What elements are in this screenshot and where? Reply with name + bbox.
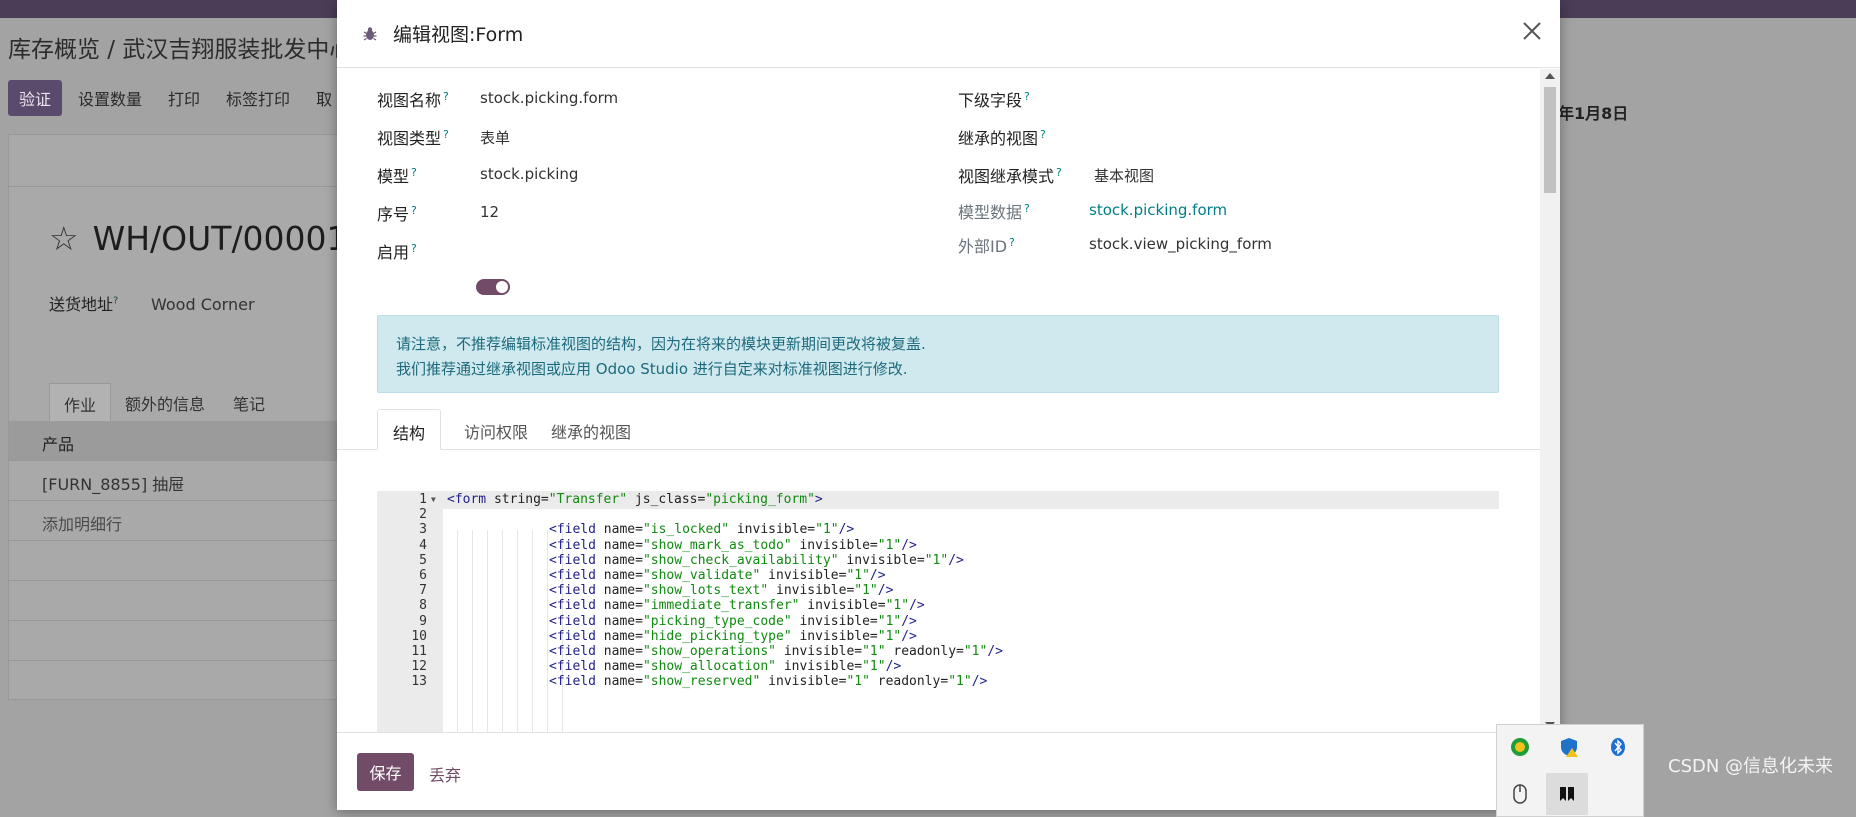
defender-warning-icon[interactable]: [1557, 735, 1581, 759]
set-quantity-button[interactable]: 设置数量: [68, 80, 152, 116]
scroll-thumb[interactable]: [1544, 87, 1556, 193]
notebook-tabs: 作业 额外的信息 笔记: [49, 383, 279, 424]
tab-notes[interactable]: 笔记: [219, 383, 279, 424]
edit-view-dialog: 编辑视图:Form 视图名称? stock.picking.form 视图类型?…: [337, 0, 1560, 810]
inheritance-mode-label: 视图继承模式?: [958, 165, 1062, 186]
bluetooth-icon[interactable]: [1606, 735, 1630, 759]
external-id-value: stock.view_picking_form: [1089, 235, 1272, 253]
inherited-view-label: 继承的视图?: [958, 127, 1046, 148]
sequence-field[interactable]: 12: [480, 203, 499, 221]
alert-line: 我们推荐通过继承视图或应用 Odoo Studio 进行自定来对标准视图进行修改…: [396, 360, 908, 378]
sequence-label: 序号?: [377, 203, 417, 224]
model-field[interactable]: stock.picking: [480, 165, 578, 183]
label-print-button[interactable]: 标签打印: [216, 80, 300, 116]
model-label: 模型?: [377, 165, 417, 186]
delivery-address-value[interactable]: Wood Corner: [151, 295, 255, 314]
sync-icon[interactable]: [1508, 735, 1532, 759]
active-toggle[interactable]: [476, 279, 510, 295]
inheritance-mode-field[interactable]: 基本视图: [1094, 165, 1154, 186]
close-icon: [1523, 22, 1541, 40]
code-line: 13 <field name="show_reserved" invisible=…: [377, 673, 1499, 691]
dialog-scrollbar[interactable]: [1540, 69, 1560, 732]
child-field-label: 下级字段?: [958, 89, 1030, 110]
tab-extra-info[interactable]: 额外的信息: [111, 383, 219, 424]
dialog-header: 编辑视图:Form: [337, 0, 1560, 68]
breadcrumb: 库存概览 / 武汉吉翔服装批发中心: [8, 37, 353, 63]
tab-inherited-views[interactable]: 继承的视图: [536, 409, 646, 450]
line-number: 13: [411, 674, 427, 690]
code-text: <field name="show_reserved" invisible="1…: [549, 674, 988, 690]
dialog-title: 编辑视图:Form: [393, 24, 524, 46]
dialog-body: 视图名称? stock.picking.form 视图类型? 表单 模型? st…: [337, 69, 1540, 732]
mouse-icon[interactable]: [1508, 782, 1532, 806]
star-icon[interactable]: ☆: [49, 219, 79, 258]
warning-alert: 请注意，不推荐编辑标准视图的结构，因为在将来的模块更新期间更改将被复盖. 我们推…: [377, 315, 1499, 393]
close-button[interactable]: [1522, 18, 1542, 46]
scroll-up-icon[interactable]: [1545, 73, 1555, 79]
save-button[interactable]: 保存: [357, 753, 414, 791]
view-name-field[interactable]: stock.picking.form: [480, 89, 618, 107]
tab-operations[interactable]: 作业: [49, 383, 112, 424]
active-label: 启用?: [377, 241, 417, 262]
action-bar: 验证 设置数量 打印 标签打印 取: [8, 80, 342, 116]
watermark: CSDN @信息化未来: [1668, 756, 1834, 777]
discard-button[interactable]: 丢弃: [429, 762, 461, 786]
app-icon[interactable]: [1546, 773, 1588, 815]
notebook-tabs: 结构 访问权限 继承的视图: [337, 409, 1540, 450]
delivery-address-label: 送货地址?: [49, 295, 119, 314]
model-data-label: 模型数据?: [958, 201, 1030, 222]
view-name-label: 视图名称?: [377, 89, 449, 110]
bug-icon: [363, 26, 377, 41]
alert-line: 请注意，不推荐编辑标准视图的结构，因为在将来的模块更新期间更改将被复盖.: [396, 335, 926, 353]
view-type-label: 视图类型?: [377, 127, 449, 148]
validate-button[interactable]: 验证: [8, 80, 63, 116]
tab-access-rights[interactable]: 访问权限: [449, 409, 543, 450]
system-tray-overflow: [1496, 724, 1644, 817]
model-data-link[interactable]: stock.picking.form: [1089, 201, 1227, 219]
print-button[interactable]: 打印: [158, 80, 210, 116]
view-type-field[interactable]: 表单: [480, 127, 510, 148]
dialog-footer: 保存 丢弃: [337, 732, 1560, 810]
arch-code-editor[interactable]: 1 ▼ <form string="Transfer" js_class="pick…: [377, 491, 1499, 732]
record-title: ☆ WH/OUT/00001: [49, 219, 348, 258]
scheduled-date: 年1月8日: [1558, 104, 1629, 123]
tab-structure[interactable]: 结构: [377, 409, 442, 450]
external-id-label: 外部ID?: [958, 235, 1015, 256]
record-name: WH/OUT/00001: [92, 219, 348, 258]
